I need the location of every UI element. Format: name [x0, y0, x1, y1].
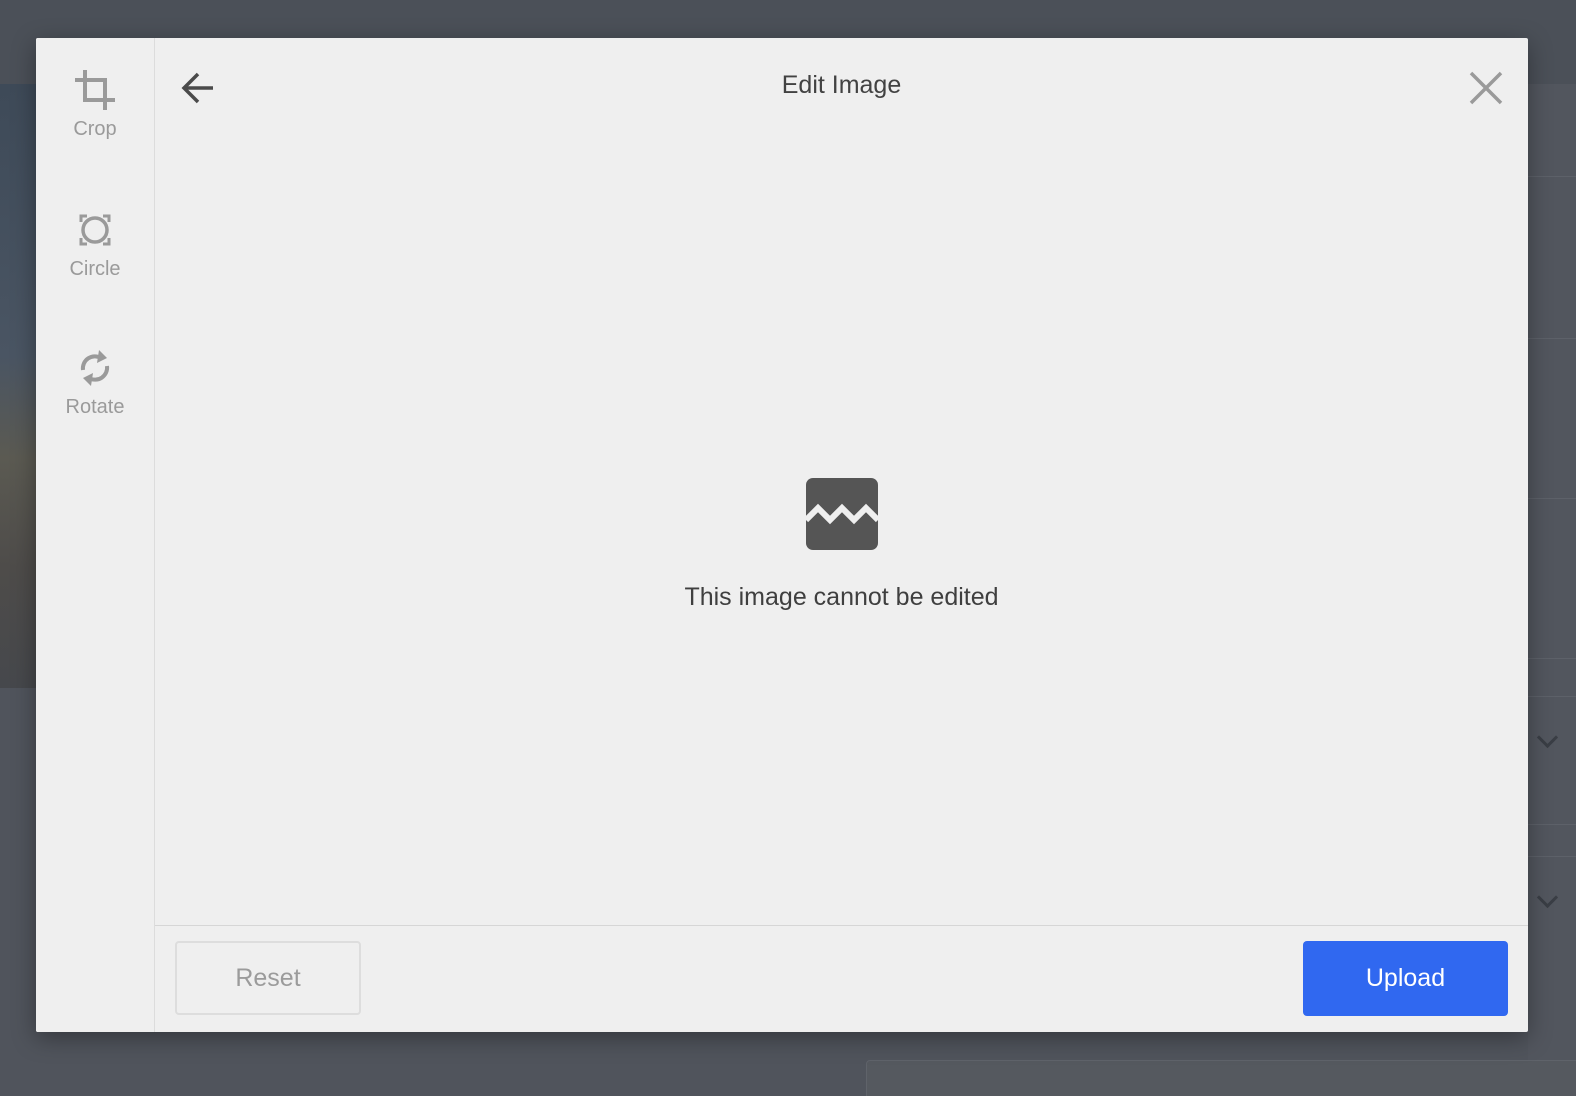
rotate-tool-label: Rotate [65, 396, 125, 418]
background-divider [1528, 696, 1576, 697]
crop-icon [73, 68, 117, 112]
background-divider [1528, 338, 1576, 339]
edit-image-dialog: Crop Circle Rotate Edit Image This image… [36, 38, 1528, 1032]
tool-sidebar: Crop Circle Rotate [36, 38, 155, 1032]
background-divider [1528, 658, 1576, 659]
dialog-title: Edit Image [781, 71, 902, 99]
background-divider [1528, 498, 1576, 499]
close-button[interactable] [1467, 69, 1505, 107]
background-divider [1528, 824, 1576, 825]
crop-tool-label: Crop [73, 118, 117, 140]
error-message: This image cannot be edited [684, 583, 999, 611]
background-divider [1528, 176, 1576, 177]
editor-main: Edit Image This image cannot be edited R… [155, 38, 1528, 1032]
background-photo [0, 84, 40, 688]
upload-button[interactable]: Upload [1303, 941, 1508, 1016]
background-card [866, 1060, 1576, 1096]
circle-tool-button[interactable]: Circle [36, 208, 154, 318]
circle-crop-icon [73, 208, 117, 252]
background-divider [1528, 856, 1576, 857]
dialog-footer: Reset Upload [155, 925, 1528, 1032]
crop-tool-button[interactable]: Crop [36, 68, 154, 178]
close-icon [1467, 71, 1505, 111]
rotate-tool-button[interactable]: Rotate [36, 346, 154, 456]
reset-button[interactable]: Reset [175, 941, 361, 1015]
rotate-icon [73, 346, 117, 390]
circle-tool-label: Circle [69, 258, 121, 280]
background-panel [1528, 84, 1576, 1096]
broken-image-icon [803, 478, 881, 550]
